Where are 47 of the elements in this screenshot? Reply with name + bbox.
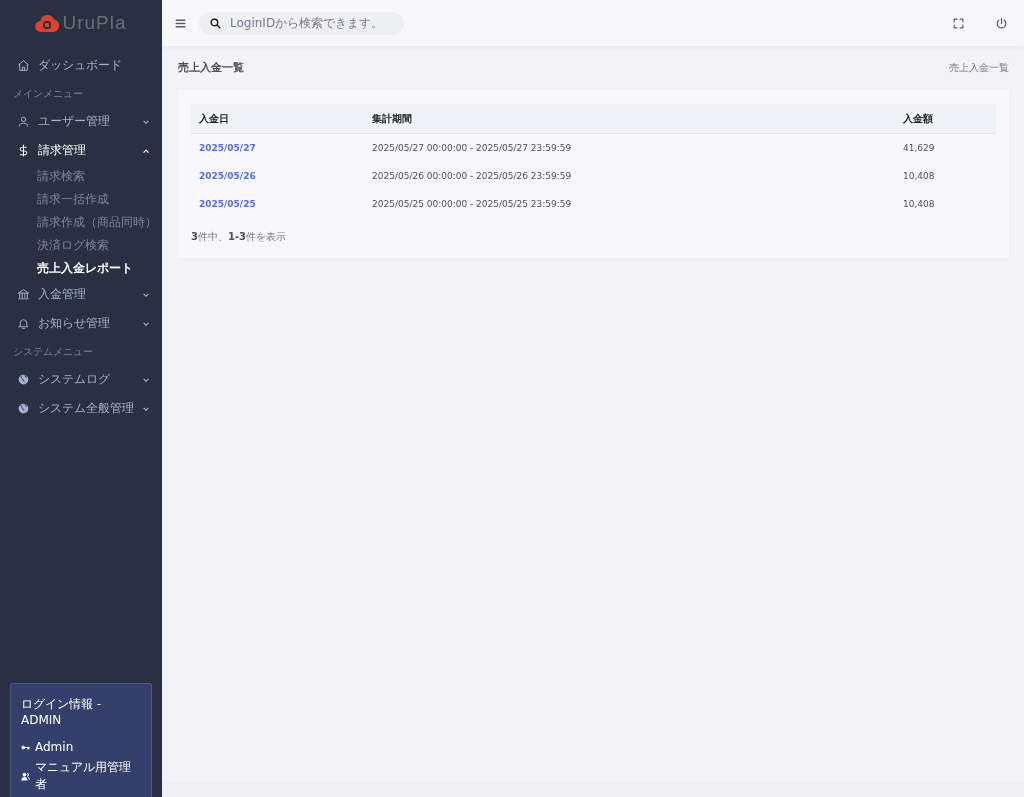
column-header: 入金額 [895, 104, 996, 134]
users-icon [21, 771, 30, 781]
nav-item[interactable]: ダッシュボード [0, 51, 162, 80]
section-label: システムメニュー [12, 345, 94, 359]
table-cell-text: 2025/05/25 00:00:00 - 2025/05/25 23:59:59 [371, 198, 573, 211]
bank-icon [17, 288, 30, 301]
dollar-icon [17, 144, 30, 157]
user-name: マニュアル用管理者 [35, 759, 132, 793]
table-cell-text: 10,408 [902, 170, 936, 183]
date-link[interactable]: 2025/05/25 [199, 199, 256, 209]
key-icon [21, 742, 30, 752]
nav-subitem[interactable]: 請求一括作成 [0, 188, 162, 211]
nav-item[interactable]: お知らせ管理 [0, 309, 162, 338]
fullscreen-icon [952, 16, 965, 30]
nav-item[interactable]: 請求管理 [0, 136, 162, 165]
nav-item[interactable]: 入金管理 [0, 280, 162, 309]
cloud-logo-icon [35, 13, 60, 33]
user-icon [17, 115, 30, 128]
column-header: 集計期間 [364, 104, 895, 134]
section-label: メインメニュー [12, 87, 84, 101]
bell-icon [17, 317, 30, 330]
date-link[interactable]: 2025/05/26 [199, 171, 256, 181]
nav-subitem[interactable]: 請求作成（商品同時） [0, 211, 162, 234]
table-cell: 2025/05/27 00:00:00 - 2025/05/27 23:59:59 [364, 133, 895, 162]
power-icon [995, 16, 1008, 30]
power-button[interactable] [995, 16, 1008, 30]
user-id: Admin [35, 740, 74, 754]
fullscreen-button[interactable] [952, 16, 965, 30]
nav-item[interactable]: システムログ [0, 365, 162, 394]
page-title: 売上入金一覧 [178, 60, 244, 75]
search-field[interactable]: LoginIDから検索できます。 [199, 11, 404, 35]
logo-text: UruPla [62, 12, 127, 34]
nav-subitem[interactable]: 決済ログ検索 [0, 234, 162, 257]
nav-subitem[interactable]: 売上入金レポート [0, 257, 162, 280]
login-info-title: ログイン情報 - ADMIN [21, 696, 103, 727]
search-icon [209, 16, 222, 30]
nav-item[interactable]: システム全般管理 [0, 394, 162, 423]
column-header: 入金日 [191, 104, 364, 134]
record-count: 3件中、1-3件を表示 [191, 230, 288, 244]
date-link[interactable]: 2025/05/27 [199, 143, 256, 153]
table-cell-text: 10,408 [902, 198, 936, 211]
nav-subitem[interactable]: 請求検索 [0, 165, 162, 188]
table-cell: 41,629 [895, 133, 996, 162]
breadcrumb-item: 売上入金一覧 [949, 60, 1009, 75]
home-icon [17, 59, 30, 72]
table-cell-text: 2025/05/26 00:00:00 - 2025/05/26 23:59:59 [371, 170, 573, 183]
nav-item[interactable]: ユーザー管理 [0, 107, 162, 136]
